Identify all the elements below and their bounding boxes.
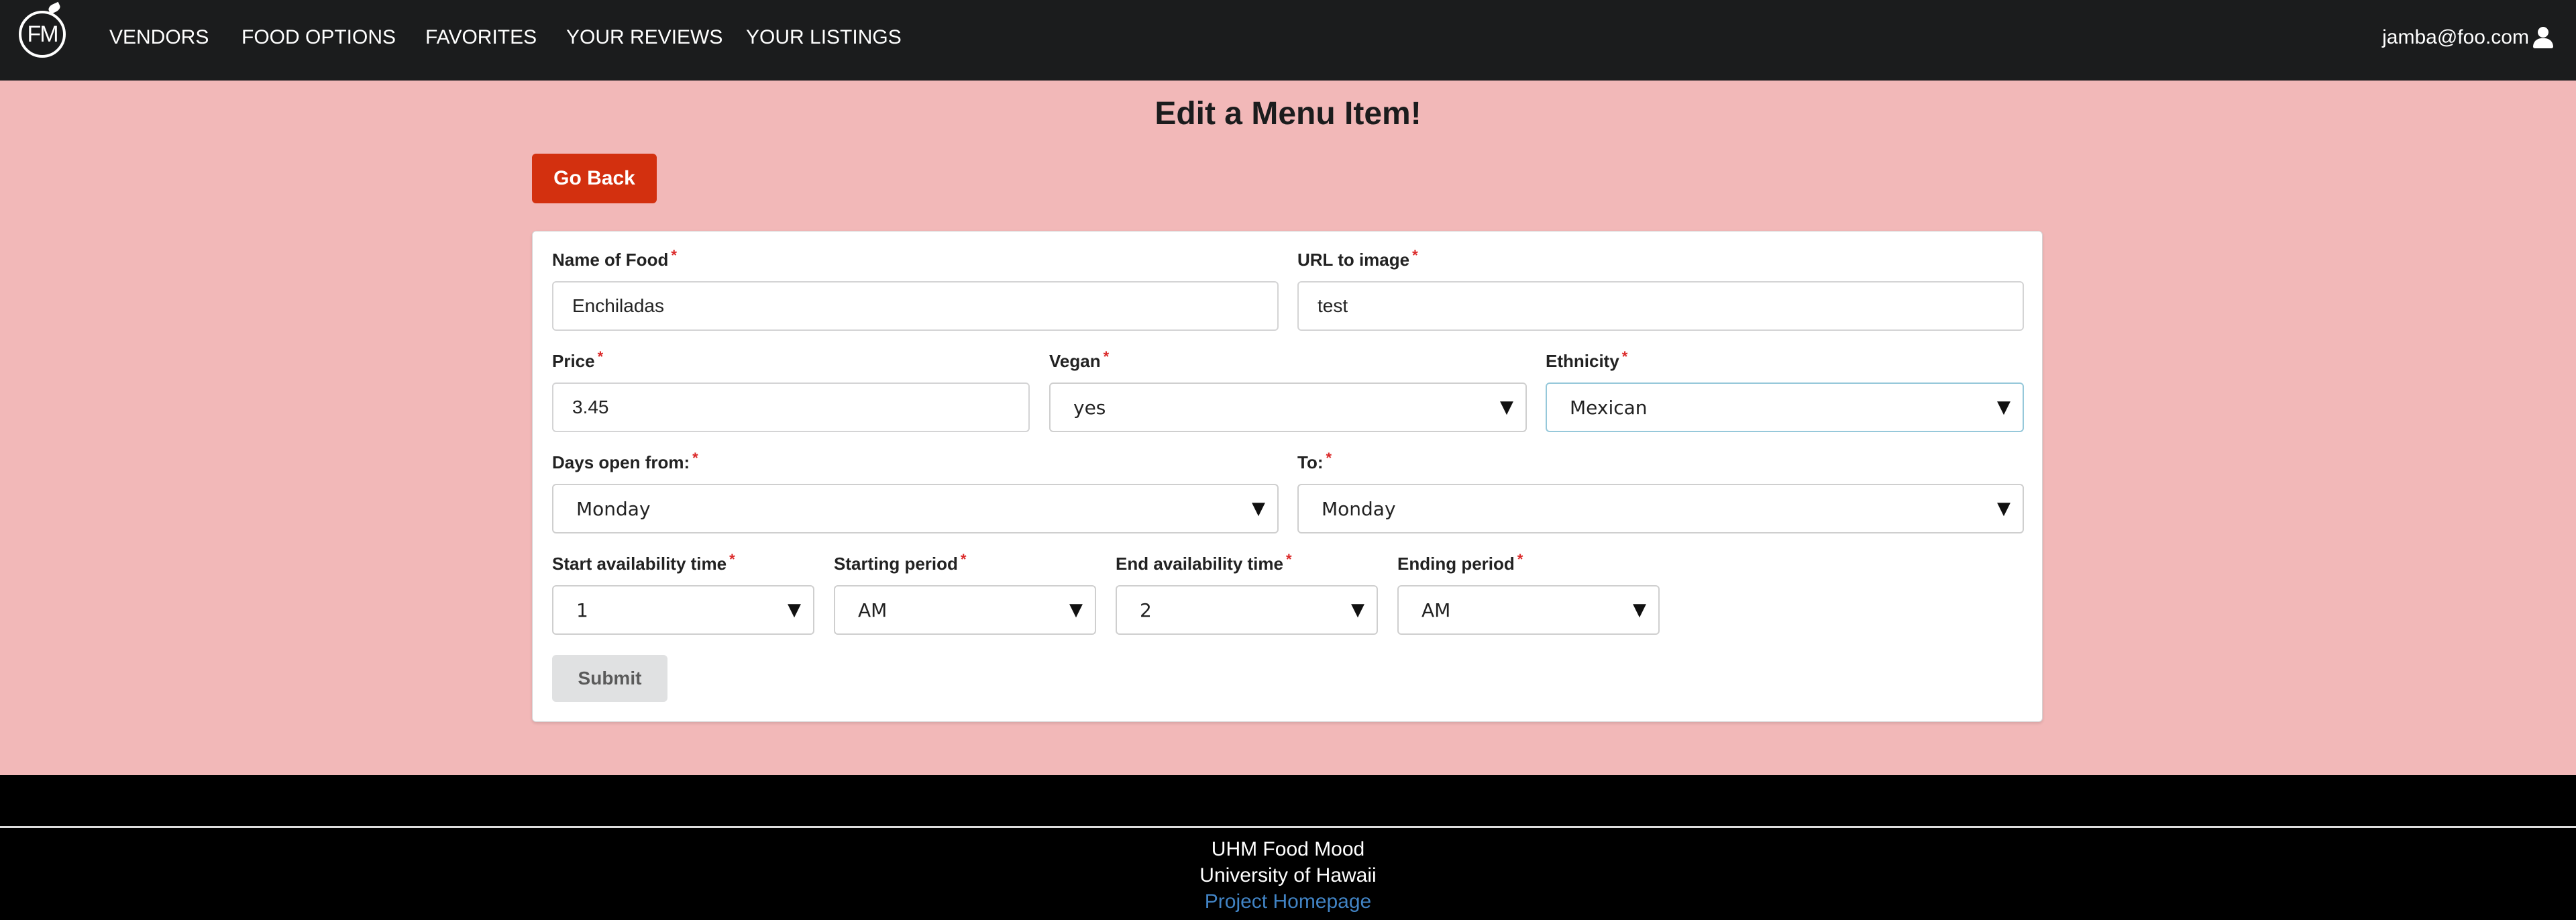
days-to-select[interactable]: Monday ▼ [1297,484,2024,533]
user-email: jamba@foo.com [2382,26,2529,48]
starting-period-select[interactable]: AM ▼ [834,585,1096,635]
start-availability-time-label: Start availability time * [552,551,735,574]
start-availability-time-select[interactable]: 1 ▼ [552,585,814,635]
footer-university: University of Hawaii [1199,864,1377,886]
end-availability-time-select[interactable]: 2 ▼ [1116,585,1378,635]
footer-divider [0,826,2576,828]
nav-your-listings[interactable]: YOUR LISTINGS [746,25,902,50]
vegan-select-value: yes [1073,397,1106,419]
required-marker: * [1326,450,1332,466]
submit-button[interactable]: Submit [552,655,667,702]
required-marker: * [671,247,677,264]
caret-down-icon: ▼ [1252,499,1265,519]
ethnicity-select-value: Mexican [1570,397,1648,419]
required-marker: * [1621,348,1628,365]
end-period-value: AM [1421,599,1451,621]
required-marker: * [1412,247,1418,264]
required-marker: * [1285,551,1292,568]
caret-down-icon: ▼ [1069,600,1083,620]
required-marker: * [692,450,698,466]
required-marker: * [960,551,967,568]
start-time-value: 1 [576,599,588,621]
days-open-from-select[interactable]: Monday ▼ [552,484,1279,533]
food-mood-logo[interactable]: FM [19,1,66,58]
footer: UHM Food Mood University of Hawaii Proje… [0,775,2576,920]
required-marker: * [1517,551,1523,568]
price-label: Price * [552,348,604,371]
vegan-label: Vegan * [1049,348,1110,371]
days-open-from-label: Days open from: * [552,450,698,472]
days-to-label: To: * [1297,450,1332,472]
project-homepage-link[interactable]: Project Homepage [1205,890,1371,913]
nav-favorites[interactable]: FAVORITES [425,25,537,50]
nav-vendors[interactable]: VENDORS [109,25,209,50]
caret-down-icon: ▼ [1633,600,1646,620]
starting-period-label: Starting period * [834,551,967,574]
nav-food-options[interactable]: FOOD OPTIONS [241,25,396,50]
user-icon [2533,27,2553,48]
required-marker: * [729,551,735,568]
top-navbar: FM VENDORS FOOD OPTIONS FAVORITES YOUR R… [0,0,2576,81]
nav-your-reviews[interactable]: YOUR REVIEWS [566,25,722,50]
name-of-food-label: Name of Food * [552,247,677,270]
end-availability-time-label: End availability time * [1116,551,1292,574]
vegan-select[interactable]: yes ▼ [1049,382,1527,432]
ethnicity-select[interactable]: Mexican ▼ [1546,382,2024,432]
page-title: Edit a Menu Item! [1155,96,1421,132]
logo-text: FM [27,21,58,47]
price-input[interactable]: 3.45 [552,382,1030,432]
days-to-value: Monday [1322,498,1396,520]
required-marker: * [1103,348,1110,365]
user-menu[interactable]: jamba@foo.com [2382,25,2553,50]
caret-down-icon: ▼ [788,600,801,620]
caret-down-icon: ▼ [1997,397,2010,417]
caret-down-icon: ▼ [1351,600,1364,620]
go-back-button[interactable]: Go Back [532,154,657,203]
url-to-image-input[interactable]: test [1297,281,2024,331]
ending-period-label: Ending period * [1397,551,1523,574]
leaf-icon [47,1,62,15]
name-of-food-input[interactable]: Enchiladas [552,281,1279,331]
required-marker: * [597,348,604,365]
ethnicity-label: Ethnicity * [1546,348,1628,371]
footer-app-name: UHM Food Mood [1211,838,1365,860]
ending-period-select[interactable]: AM ▼ [1397,585,1660,635]
caret-down-icon: ▼ [1500,397,1513,417]
start-period-value: AM [858,599,888,621]
caret-down-icon: ▼ [1997,499,2010,519]
end-time-value: 2 [1140,599,1152,621]
url-to-image-label: URL to image * [1297,247,1418,270]
days-open-from-value: Monday [576,498,651,520]
